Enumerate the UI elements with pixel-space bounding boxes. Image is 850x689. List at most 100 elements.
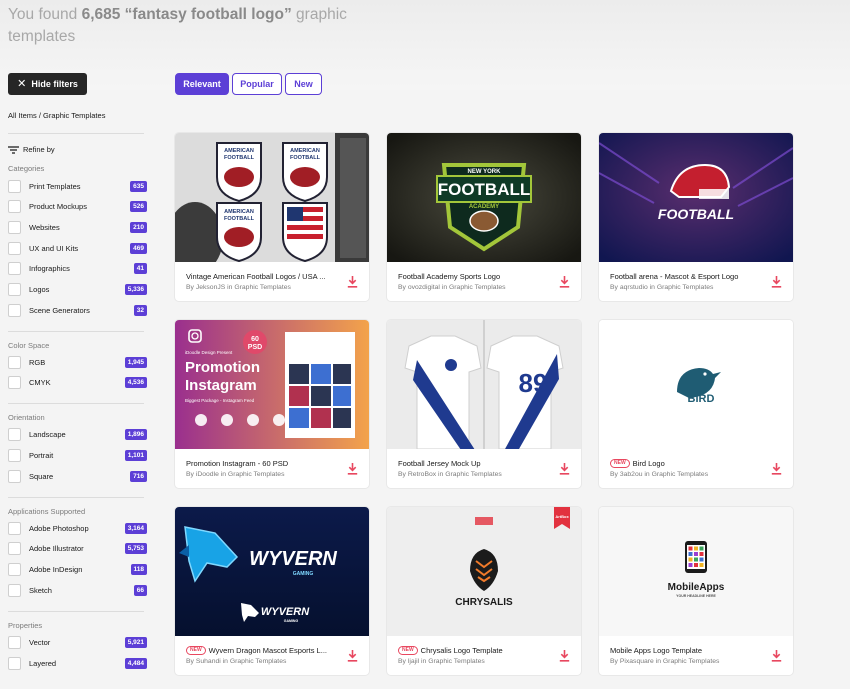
filter-checkbox[interactable] (8, 179, 21, 193)
filter-checkbox[interactable] (8, 448, 21, 462)
result-card[interactable]: FOOTBALL Football arena - Mascot & Espor… (599, 133, 793, 301)
result-card[interactable]: 89 Football Jersey Mock Up By RetroBox in… (387, 320, 581, 488)
result-author[interactable]: By RetroBox in Graphic Templates (398, 471, 502, 478)
filter-option[interactable]: Adobe InDesign 118 (8, 562, 147, 576)
result-thumbnail[interactable]: MobileApps YOUR HEADLINE HERE (599, 507, 793, 636)
filter-option[interactable]: Vector 5,921 (8, 635, 147, 649)
filter-option[interactable]: Print Templates 635 (8, 179, 147, 193)
filter-option[interactable]: Layered 4,484 (8, 656, 147, 670)
result-author[interactable]: By Pixasquare in Graphic Templates (610, 658, 719, 665)
filter-checkbox[interactable] (8, 241, 21, 255)
result-card[interactable]: MobileApps YOUR HEADLINE HERE Mobile App… (599, 507, 793, 675)
download-icon[interactable] (559, 463, 570, 475)
result-thumbnail[interactable]: WYVERN GAMING WYVERN GAMING (175, 507, 369, 636)
download-icon[interactable] (771, 276, 782, 288)
breadcrumb-root[interactable]: All Items (8, 111, 37, 120)
result-card[interactable]: BIRD NEW Bird Logo By 3ab2ou in Graphic Te… (599, 320, 793, 488)
result-thumbnail[interactable]: NEW YORK FOOTBALL ACADEMY (387, 133, 581, 262)
result-title[interactable]: Vintage American Football Logos / USA ..… (186, 272, 334, 281)
result-author[interactable]: By JeksonJS in Graphic Templates (186, 284, 291, 291)
filter-checkbox[interactable] (8, 427, 21, 441)
download-icon[interactable] (347, 276, 358, 288)
result-author[interactable]: By iDoodle in Graphic Templates (186, 471, 284, 478)
filter-option[interactable]: Adobe Illustrator 5,753 (8, 541, 147, 555)
result-card[interactable]: WYVERN GAMING WYVERN GAMING NEW Wyvern Dr… (175, 507, 369, 675)
result-title[interactable]: NEW Wyvern Dragon Mascot Esports L... (186, 646, 334, 655)
thumb-text: MobileApps (668, 582, 725, 593)
download-icon[interactable] (559, 276, 570, 288)
filter-checkbox[interactable] (8, 282, 21, 296)
filter-option[interactable]: CMYK 4,536 (8, 375, 147, 389)
filter-checkbox[interactable] (8, 375, 21, 389)
filter-option[interactable]: Product Mockups 526 (8, 199, 147, 213)
filter-checkbox[interactable] (8, 635, 21, 649)
result-author[interactable]: By ljajil in Graphic Templates (398, 658, 485, 665)
filter-section-title: Properties (8, 621, 43, 630)
filter-option[interactable]: Websites 210 (8, 220, 147, 234)
filter-option[interactable]: UX and UI Kits 469 (8, 241, 147, 255)
result-title[interactable]: NEW Chrysalis Logo Template (398, 646, 546, 655)
filter-checkbox[interactable] (8, 541, 21, 555)
sort-popular-button[interactable]: Popular (232, 73, 282, 95)
result-author[interactable]: By ovozdigital in Graphic Templates (398, 284, 506, 291)
results-title: You found 6,685 “fantasy football logo” … (8, 6, 347, 45)
filter-option[interactable]: Sketch 66 (8, 583, 147, 597)
result-author[interactable]: By aqrstudio in Graphic Templates (610, 284, 713, 291)
filter-checkbox[interactable] (8, 220, 21, 234)
filter-checkbox[interactable] (8, 355, 21, 369)
result-thumbnail[interactable]: ArtBox CHRYSALIS (387, 507, 581, 636)
breadcrumb-current[interactable]: Graphic Templates (43, 111, 105, 120)
filter-option[interactable]: RGB 1,945 (8, 355, 147, 369)
sort-relevant-button[interactable]: Relevant (175, 73, 229, 95)
result-thumbnail[interactable]: FOOTBALL (599, 133, 793, 262)
filter-checkbox[interactable] (8, 469, 21, 483)
filter-label: Landscape (29, 429, 66, 439)
filter-checkbox[interactable] (8, 199, 21, 213)
download-icon[interactable] (347, 650, 358, 662)
result-author[interactable]: By Suhandi in Graphic Templates (186, 658, 286, 665)
filter-checkbox[interactable] (8, 521, 21, 535)
result-title[interactable]: Promotion Instagram - 60 PSD (186, 459, 334, 468)
sort-new-button[interactable]: New (285, 73, 322, 95)
filter-option[interactable]: Square 716 (8, 469, 147, 483)
filter-checkbox[interactable] (8, 656, 21, 670)
result-thumbnail[interactable]: 89 (387, 320, 581, 449)
thumb-text: CHRYSALIS (455, 597, 513, 608)
result-title[interactable]: NEW Bird Logo (610, 459, 758, 468)
result-title-text: Football arena - Mascot & Esport Logo (610, 272, 739, 281)
filter-option[interactable]: Landscape 1,896 (8, 427, 147, 441)
filter-option[interactable]: Scene Generators 32 (8, 303, 147, 317)
result-card[interactable]: ArtBox CHRYSALIS NEW Chrysalis Logo Templ… (387, 507, 581, 675)
result-thumbnail[interactable]: 60 PSD iDoodle Design Present Promotion … (175, 320, 369, 449)
result-card[interactable]: NEW YORK FOOTBALL ACADEMY Football Acade… (387, 133, 581, 301)
filter-option[interactable]: Logos 5,336 (8, 282, 147, 296)
thumb-text: FOOTBALL (224, 216, 255, 222)
result-card[interactable]: 60 PSD iDoodle Design Present Promotion … (175, 320, 369, 488)
sort-options: Relevant Popular New (175, 73, 322, 95)
filter-count-badge: 4,484 (124, 657, 147, 669)
result-thumbnail[interactable]: AMERICAN FOOTBALL AMERICAN FOOTBALL AMER… (175, 133, 369, 262)
filter-checkbox[interactable] (8, 583, 21, 597)
result-title[interactable]: Football Jersey Mock Up (398, 459, 546, 468)
filter-count-badge: 716 (130, 470, 147, 482)
result-author[interactable]: By 3ab2ou in Graphic Templates (610, 471, 708, 478)
result-card[interactable]: AMERICAN FOOTBALL AMERICAN FOOTBALL AMER… (175, 133, 369, 301)
thumb-text: ArtBox (555, 514, 569, 519)
filter-option[interactable]: Adobe Photoshop 3,164 (8, 521, 147, 535)
filter-checkbox[interactable] (8, 562, 21, 576)
filter-option[interactable]: Infographics 41 (8, 261, 147, 275)
filter-checkbox[interactable] (8, 261, 21, 275)
result-title[interactable]: Football Academy Sports Logo (398, 272, 546, 281)
filter-option[interactable]: Portrait 1,101 (8, 448, 147, 462)
hide-filters-button[interactable]: ✕ Hide filters (8, 73, 87, 95)
download-icon[interactable] (771, 650, 782, 662)
result-title[interactable]: Mobile Apps Logo Template (610, 646, 758, 655)
filter-label: UX and UI Kits (29, 243, 79, 253)
result-title[interactable]: Football arena - Mascot & Esport Logo (610, 272, 758, 281)
download-icon[interactable] (347, 463, 358, 475)
download-icon[interactable] (559, 650, 570, 662)
download-icon[interactable] (771, 463, 782, 475)
sidebar-divider (8, 497, 144, 498)
result-thumbnail[interactable]: BIRD (599, 320, 793, 449)
filter-checkbox[interactable] (8, 303, 21, 317)
